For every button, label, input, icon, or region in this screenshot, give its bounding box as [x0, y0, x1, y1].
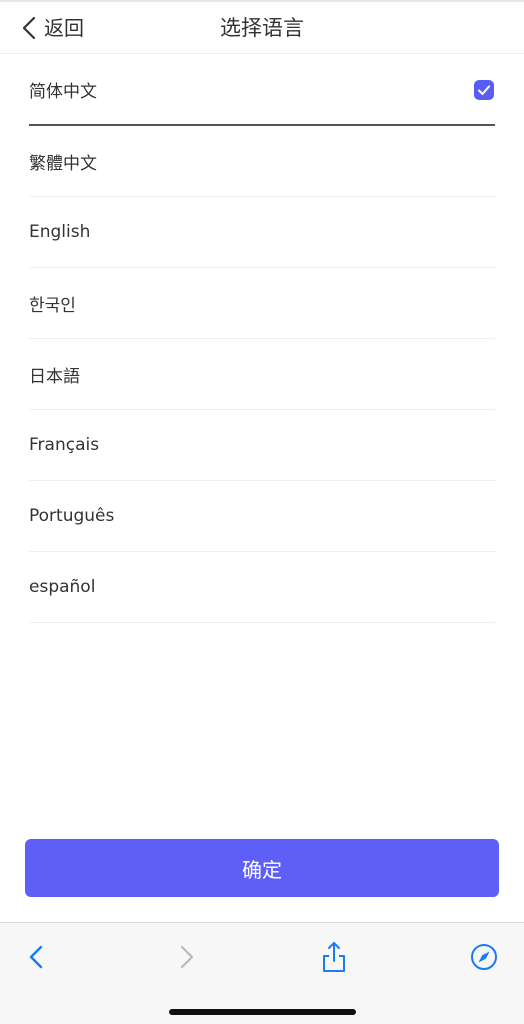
language-label: 简体中文 — [29, 82, 97, 102]
language-list: 简体中文 繁體中文 English 한국인 日本語 Français Portu… — [29, 55, 495, 623]
language-item-zh-hant[interactable]: 繁體中文 — [29, 126, 495, 197]
browser-back-button[interactable] — [14, 941, 58, 977]
safari-button[interactable] — [462, 941, 506, 977]
language-item-fr[interactable]: Français — [29, 410, 495, 481]
language-label: Français — [29, 435, 100, 455]
language-item-es[interactable]: español — [29, 552, 495, 623]
home-indicator — [169, 1009, 356, 1015]
language-item-en[interactable]: English — [29, 197, 495, 268]
language-item-ja[interactable]: 日本語 — [29, 339, 495, 410]
language-item-pt[interactable]: Português — [29, 481, 495, 552]
checkmark-icon[interactable] — [474, 80, 494, 100]
browser-toolbar — [0, 922, 524, 1024]
language-item-ko[interactable]: 한국인 — [29, 268, 495, 339]
language-label: 繁體中文 — [29, 153, 97, 174]
confirm-button[interactable]: 确定 — [25, 839, 499, 897]
language-label: Português — [29, 506, 115, 526]
language-label: 日本語 — [29, 366, 80, 387]
language-label: 한국인 — [29, 295, 76, 316]
language-select-screen: 返回 选择语言 简体中文 繁體中文 English 한국인 日本語 França… — [0, 0, 524, 1024]
language-label: English — [29, 222, 91, 242]
browser-forward-button[interactable] — [165, 941, 209, 977]
language-item-zh-hans[interactable]: 简体中文 — [29, 55, 495, 126]
share-icon — [321, 941, 347, 977]
chevron-right-icon — [180, 945, 194, 973]
page-title: 选择语言 — [220, 16, 304, 40]
chevron-left-icon — [29, 945, 43, 973]
share-button[interactable] — [312, 941, 356, 977]
language-label: español — [29, 577, 96, 597]
navbar: 返回 选择语言 — [0, 2, 524, 54]
compass-icon — [470, 943, 498, 975]
